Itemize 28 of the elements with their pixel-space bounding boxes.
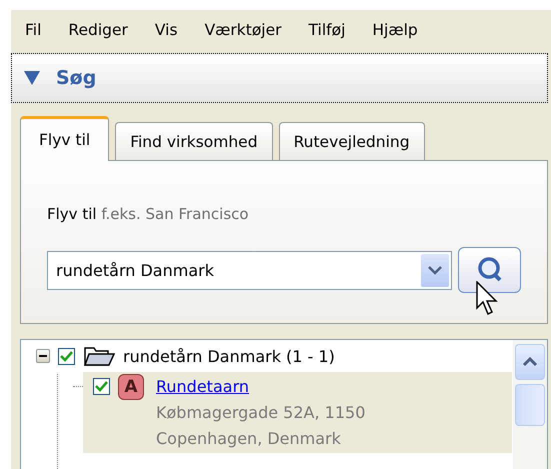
scrollbar[interactable] [513,340,547,469]
address-line: Copenhagen, Denmark [156,428,342,450]
search-button[interactable] [458,247,521,293]
tab[interactable]: Rutevejledning [278,122,425,160]
checkbox[interactable] [58,348,75,364]
menu-item[interactable]: Hjælp [372,21,418,39]
location-input[interactable]: rundetårn Danmark [50,260,421,280]
menu-item[interactable]: Rediger [68,21,128,39]
address-line: Købmagergade 52A, 1150 [156,402,366,424]
scroll-thumb[interactable] [515,384,545,426]
result-item[interactable]: A Rundetaarn Købmagergade 52A, 1150 Copenhagen, Denmark [83,372,512,453]
fly-to-label: Flyv til f.eks. San Francisco [47,205,250,223]
search-panel-header[interactable]: Søg [11,53,548,103]
scroll-up-icon[interactable] [515,344,545,380]
tab[interactable]: Flyv til [20,116,110,161]
panel-title: Søg [56,67,96,89]
checkbox[interactable] [93,378,110,395]
result-link[interactable]: Rundetaarn [156,374,366,400]
menu-item[interactable]: Vis [154,21,178,39]
menu-item[interactable]: Værktøjer [204,21,282,39]
map-marker-badge: A [118,374,144,400]
menu-item[interactable]: Fil [25,21,42,39]
menu-item[interactable]: Tilføj [308,21,346,39]
result-group-label: rundetårn Danmark (1 - 1) [123,346,335,366]
collapse-toggle-icon[interactable] [36,349,50,363]
folder-icon [83,345,115,367]
location-combo-box[interactable]: rundetårn Danmark [47,250,452,290]
tab[interactable]: Find virksomhed [115,122,273,160]
